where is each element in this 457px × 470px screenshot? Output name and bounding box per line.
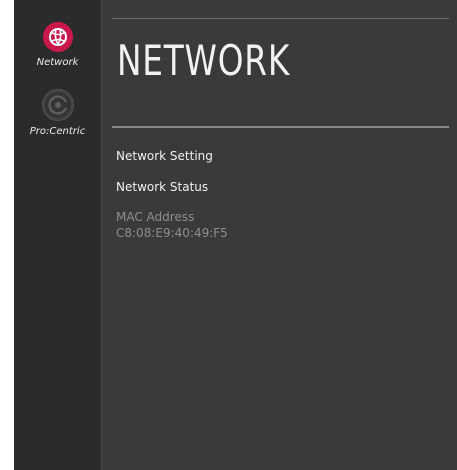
globe-icon bbox=[42, 22, 73, 52]
sidebar: Network Pro:Centric bbox=[14, 0, 102, 470]
sidebar-item-network[interactable]: Network bbox=[14, 22, 101, 68]
mac-address-value: C8:08:E9:40:49:F5 bbox=[116, 226, 228, 240]
network-setting-item[interactable]: Network Setting bbox=[116, 149, 213, 163]
sidebar-item-label: Network bbox=[36, 57, 79, 68]
procentric-icon bbox=[41, 89, 74, 121]
sidebar-item-label: Pro:Centric bbox=[29, 126, 86, 137]
page-title: NETWORK bbox=[117, 36, 291, 85]
sidebar-item-procentric[interactable]: Pro:Centric bbox=[14, 89, 101, 137]
divider bbox=[112, 126, 449, 128]
divider bbox=[112, 18, 449, 19]
network-status-item[interactable]: Network Status bbox=[116, 180, 208, 194]
mac-address-label: MAC Address bbox=[116, 210, 195, 224]
main-panel: NETWORK Network Setting Network Status M… bbox=[101, 0, 457, 470]
